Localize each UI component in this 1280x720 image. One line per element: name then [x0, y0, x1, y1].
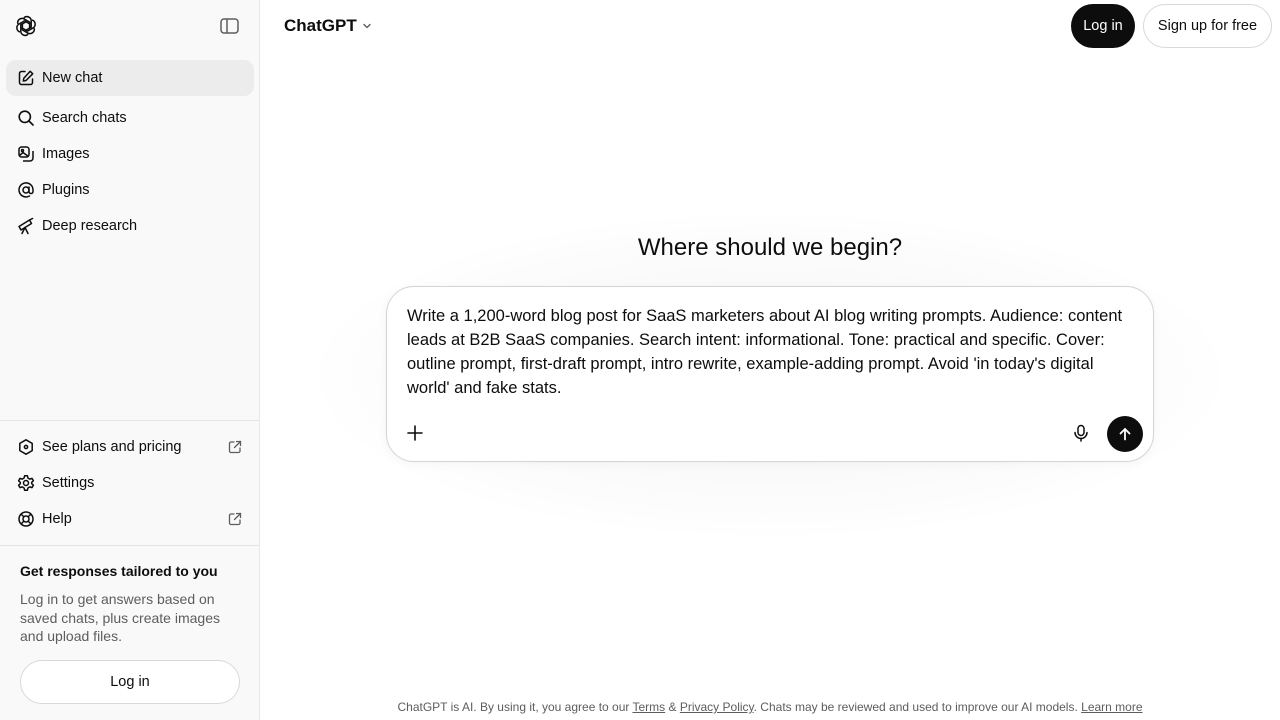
sidebar-toggle-icon[interactable]	[220, 17, 239, 35]
promo-title: Get responses tailored to you	[20, 563, 218, 579]
sidebar-login-button[interactable]: Log in	[20, 660, 240, 704]
sidebar-item-search-chats[interactable]: Search chats	[6, 100, 254, 136]
sidebar: New chat Search chats Images Plugins Dee…	[0, 0, 260, 720]
telescope-icon	[16, 216, 36, 236]
sidebar-item-label: Plugins	[42, 182, 90, 198]
sidebar-item-label: Deep research	[42, 218, 138, 234]
images-icon	[16, 144, 36, 164]
sidebar-item-images[interactable]: Images	[6, 136, 254, 172]
sidebar-item-label: Search chats	[42, 110, 127, 126]
header-login-button[interactable]: Log in	[1071, 4, 1135, 48]
prompt-input[interactable]: Write a 1,200-word blog post for SaaS ma…	[407, 304, 1137, 400]
search-icon	[16, 108, 36, 128]
model-label: ChatGPT	[284, 16, 357, 35]
footer-middle: . Chats may be reviewed and used to impr…	[753, 700, 1082, 714]
sidebar-item-settings[interactable]: Settings	[6, 465, 254, 501]
microphone-icon	[1074, 424, 1088, 442]
plugins-icon	[16, 180, 36, 200]
gear-icon	[16, 473, 36, 493]
lifebuoy-icon	[16, 509, 36, 529]
sidebar-item-label: Help	[42, 511, 72, 527]
privacy-policy-link[interactable]: Privacy Policy	[680, 700, 754, 714]
attach-button[interactable]	[403, 421, 427, 445]
sidebar-divider	[0, 545, 259, 546]
sidebar-item-help[interactable]: Help	[6, 501, 254, 537]
footer-amp: &	[665, 700, 680, 714]
hexagon-icon	[16, 437, 36, 457]
arrow-up-icon	[1119, 428, 1131, 441]
sidebar-item-label: See plans and pricing	[42, 439, 182, 455]
chevron-down-icon	[363, 23, 371, 29]
new-chat-icon	[16, 68, 36, 88]
sidebar-item-deep-research[interactable]: Deep research	[6, 208, 254, 244]
learn-more-link[interactable]: Learn more	[1081, 700, 1142, 714]
sidebar-item-new-chat[interactable]: New chat	[6, 60, 254, 96]
dictate-button[interactable]	[1069, 421, 1093, 445]
openai-logo-icon[interactable]	[14, 14, 38, 38]
sidebar-item-label: Settings	[42, 475, 95, 491]
external-link-icon	[228, 440, 242, 454]
prompt-composer: Write a 1,200-word blog post for SaaS ma…	[386, 286, 1154, 462]
footer-disclaimer: ChatGPT is AI. By using it, you agree to…	[260, 700, 1280, 714]
external-link-icon	[228, 512, 242, 526]
send-button[interactable]	[1107, 416, 1143, 452]
sidebar-divider	[0, 420, 259, 421]
terms-link[interactable]: Terms	[633, 700, 666, 714]
promo-text: Log in to get answers based on saved cha…	[20, 591, 220, 644]
sidebar-item-label: Images	[42, 146, 90, 162]
sidebar-item-label: New chat	[42, 70, 103, 86]
page-title: Where should we begin?	[637, 234, 903, 261]
sidebar-item-plugins[interactable]: Plugins	[6, 172, 254, 208]
footer-prefix: ChatGPT is AI. By using it, you agree to…	[397, 700, 633, 714]
signup-button[interactable]: Sign up for free	[1143, 4, 1272, 48]
model-picker[interactable]: ChatGPT	[284, 14, 373, 38]
plus-icon	[407, 425, 423, 441]
sidebar-item-plans-pricing[interactable]: See plans and pricing	[6, 429, 254, 465]
